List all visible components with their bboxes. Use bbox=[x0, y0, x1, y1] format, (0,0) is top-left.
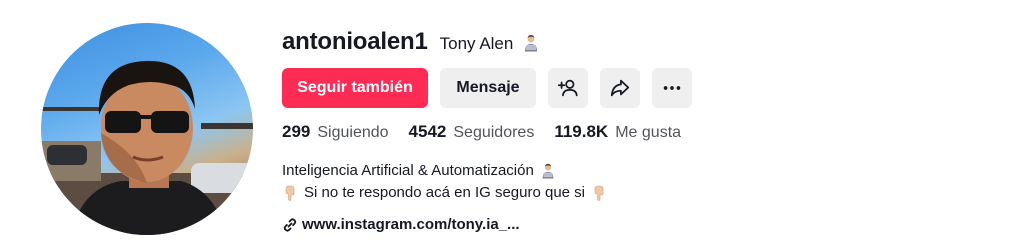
add-friend-button[interactable] bbox=[548, 68, 588, 108]
share-arrow-icon bbox=[610, 79, 630, 97]
followers-label: Seguidores bbox=[453, 124, 535, 141]
profile-bio: Inteligencia Artificial & Automatización… bbox=[282, 160, 982, 204]
likes-stat: 119.8K Me gusta bbox=[554, 122, 681, 142]
add-user-icon bbox=[557, 79, 578, 97]
technologist-emoji-icon bbox=[525, 35, 538, 52]
follow-back-button[interactable]: Seguir también bbox=[282, 68, 428, 108]
pointing-down-hand-icon bbox=[285, 185, 295, 201]
profile-link[interactable]: www.instagram.com/tony.ia_... bbox=[282, 216, 982, 233]
bio-line-2: Si no te respondo acá en IG seguro que s… bbox=[282, 182, 982, 204]
followers-count: 4542 bbox=[408, 122, 447, 141]
link-icon bbox=[283, 217, 297, 232]
likes-label: Me gusta bbox=[615, 124, 682, 141]
technologist-emoji-icon bbox=[542, 163, 554, 179]
profile-avatar[interactable] bbox=[41, 23, 253, 235]
bio-text-2: Si no te respondo acá en IG seguro que s… bbox=[304, 184, 586, 201]
profile-link-text[interactable]: www.instagram.com/tony.ia_... bbox=[302, 216, 520, 233]
profile-stats: 299 Siguiendo 4542 Seguidores 119.8K Me … bbox=[282, 122, 982, 144]
nickname-text: Tony Alen bbox=[439, 34, 514, 53]
share-button[interactable] bbox=[600, 68, 640, 108]
more-dots-icon bbox=[663, 86, 681, 90]
more-options-button[interactable] bbox=[652, 68, 692, 108]
bio-text-1: Inteligencia Artificial & Automatización bbox=[282, 162, 534, 179]
profile-actions: Seguir también Mensaje bbox=[282, 68, 982, 108]
following-stat[interactable]: 299 Siguiendo bbox=[282, 122, 389, 142]
profile-info: antonioalen1 Tony Alen Seguir también Me… bbox=[282, 24, 982, 233]
username: antonioalen1 bbox=[282, 28, 428, 55]
profile-title-row: antonioalen1 Tony Alen bbox=[282, 24, 982, 60]
message-button[interactable]: Mensaje bbox=[440, 68, 536, 108]
following-label: Siguiendo bbox=[317, 124, 389, 141]
following-count: 299 bbox=[282, 122, 311, 141]
pointing-down-hand-icon bbox=[594, 185, 604, 201]
nickname: Tony Alen bbox=[440, 26, 540, 62]
bio-line-1: Inteligencia Artificial & Automatización bbox=[282, 160, 982, 182]
likes-count: 119.8K bbox=[554, 122, 609, 141]
followers-stat[interactable]: 4542 Seguidores bbox=[409, 122, 535, 142]
